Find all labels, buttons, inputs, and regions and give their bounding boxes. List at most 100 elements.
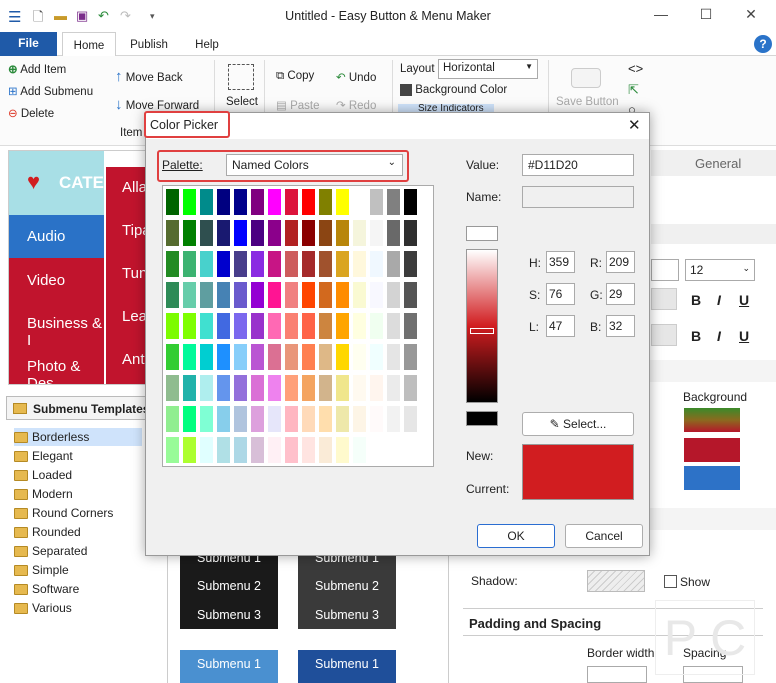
color-swatch[interactable] <box>250 436 265 464</box>
color-swatch[interactable] <box>216 436 231 464</box>
saturation-input[interactable]: 76 <box>546 283 575 305</box>
color-swatch[interactable] <box>352 436 367 464</box>
color-swatch[interactable] <box>318 343 333 371</box>
template-loaded[interactable]: Loaded <box>14 466 142 484</box>
color-swatch[interactable] <box>335 436 350 464</box>
color-swatch[interactable] <box>386 343 401 371</box>
color-swatch[interactable] <box>369 312 384 340</box>
save-button[interactable]: Save Button <box>556 96 619 108</box>
ok-button[interactable]: OK <box>477 524 555 548</box>
color-swatch[interactable] <box>386 312 401 340</box>
color-swatch[interactable] <box>284 405 299 433</box>
hue-input[interactable]: 359 <box>546 251 575 273</box>
background-swatch-gradient[interactable] <box>684 408 740 432</box>
color-swatch[interactable] <box>165 281 180 309</box>
color-swatch[interactable] <box>386 281 401 309</box>
color-swatch[interactable] <box>165 219 180 247</box>
color-swatch[interactable] <box>335 219 350 247</box>
color-swatch[interactable] <box>284 250 299 278</box>
color-swatch[interactable] <box>318 436 333 464</box>
menu-item-photo[interactable]: Photo & Des <box>27 358 104 384</box>
color-swatch[interactable] <box>301 219 316 247</box>
add-submenu-button[interactable]: ⊞ Add Submenu <box>8 84 93 98</box>
color-swatch[interactable] <box>301 343 316 371</box>
tab-home[interactable]: Home <box>62 32 116 56</box>
color-swatch[interactable] <box>182 188 197 216</box>
color-swatch[interactable] <box>301 312 316 340</box>
background-color-button[interactable]: Background Color <box>400 84 507 96</box>
color-field[interactable] <box>651 288 677 310</box>
color-swatch[interactable] <box>318 281 333 309</box>
color-swatch[interactable] <box>335 405 350 433</box>
color-swatch[interactable] <box>267 405 282 433</box>
color-swatch[interactable] <box>301 250 316 278</box>
color-swatch[interactable] <box>267 374 282 402</box>
template-tile-blue-2[interactable]: Submenu 1 <box>298 650 396 683</box>
color-swatch[interactable] <box>318 374 333 402</box>
add-item-button[interactable]: ⊕ Add Item <box>8 62 66 76</box>
color-swatch[interactable] <box>233 436 248 464</box>
color-swatch[interactable] <box>386 374 401 402</box>
color-swatch[interactable] <box>403 188 418 216</box>
color-swatch[interactable] <box>403 436 418 464</box>
color-swatch[interactable] <box>199 436 214 464</box>
color-swatch[interactable] <box>165 312 180 340</box>
color-swatch[interactable] <box>267 219 282 247</box>
shadow-show-checkbox[interactable] <box>664 575 677 588</box>
color-swatch[interactable] <box>267 343 282 371</box>
color-swatch[interactable] <box>403 219 418 247</box>
lightness-bottom-swatch[interactable] <box>466 411 498 426</box>
template-tile-dark-1[interactable]: Submenu 1 Submenu 2 Submenu 3 <box>180 545 278 629</box>
tab-publish[interactable]: Publish <box>122 32 176 56</box>
color-swatch[interactable] <box>335 374 350 402</box>
color-swatch[interactable] <box>335 312 350 340</box>
italic-button[interactable]: I <box>717 328 721 344</box>
color-swatch[interactable] <box>369 281 384 309</box>
color-swatch[interactable] <box>369 250 384 278</box>
color-swatch[interactable] <box>233 343 248 371</box>
color-swatch[interactable] <box>267 281 282 309</box>
border-width-input[interactable] <box>587 666 647 683</box>
bold-button[interactable]: B <box>691 292 701 308</box>
color-swatch[interactable] <box>284 343 299 371</box>
color-swatch[interactable] <box>352 188 367 216</box>
color-swatch[interactable] <box>182 374 197 402</box>
template-borderless[interactable]: Borderless <box>14 428 142 446</box>
lightness-input[interactable]: 47 <box>546 315 575 337</box>
color-swatch[interactable] <box>352 250 367 278</box>
color-swatch[interactable] <box>284 312 299 340</box>
lightness-slider[interactable] <box>466 249 498 403</box>
color-swatch[interactable] <box>301 281 316 309</box>
code-icon[interactable]: <> <box>628 61 643 76</box>
move-back-button[interactable]: ↑ Move Back <box>115 68 183 85</box>
color-swatch[interactable] <box>284 281 299 309</box>
submenu-item[interactable]: Alla <box>122 179 147 196</box>
color-swatch[interactable] <box>352 312 367 340</box>
color-swatch[interactable] <box>284 436 299 464</box>
color-swatch[interactable] <box>369 219 384 247</box>
color-field[interactable] <box>651 324 677 346</box>
color-swatch[interactable] <box>403 312 418 340</box>
copy-button[interactable]: ⧉ Copy <box>276 70 314 83</box>
color-swatch[interactable] <box>199 343 214 371</box>
lightness-slider-handle[interactable] <box>470 328 494 334</box>
color-swatch[interactable] <box>165 188 180 216</box>
color-swatch[interactable] <box>284 188 299 216</box>
color-swatch[interactable] <box>216 405 231 433</box>
template-round-corners[interactable]: Round Corners <box>14 504 142 522</box>
color-swatch[interactable] <box>386 405 401 433</box>
color-swatch[interactable] <box>369 374 384 402</box>
menu-item-audio[interactable]: Audio <box>9 215 104 258</box>
tab-help[interactable]: Help <box>182 32 232 56</box>
background-swatch-red[interactable] <box>684 438 740 462</box>
color-swatch[interactable] <box>301 436 316 464</box>
color-swatch[interactable] <box>284 219 299 247</box>
color-name-input[interactable] <box>522 186 634 208</box>
color-swatch[interactable] <box>318 188 333 216</box>
italic-button[interactable]: I <box>717 292 721 308</box>
color-swatch[interactable] <box>318 405 333 433</box>
help-icon[interactable]: ? <box>754 35 772 53</box>
color-swatch[interactable] <box>267 250 282 278</box>
color-swatch[interactable] <box>165 405 180 433</box>
template-software[interactable]: Software <box>14 580 142 598</box>
